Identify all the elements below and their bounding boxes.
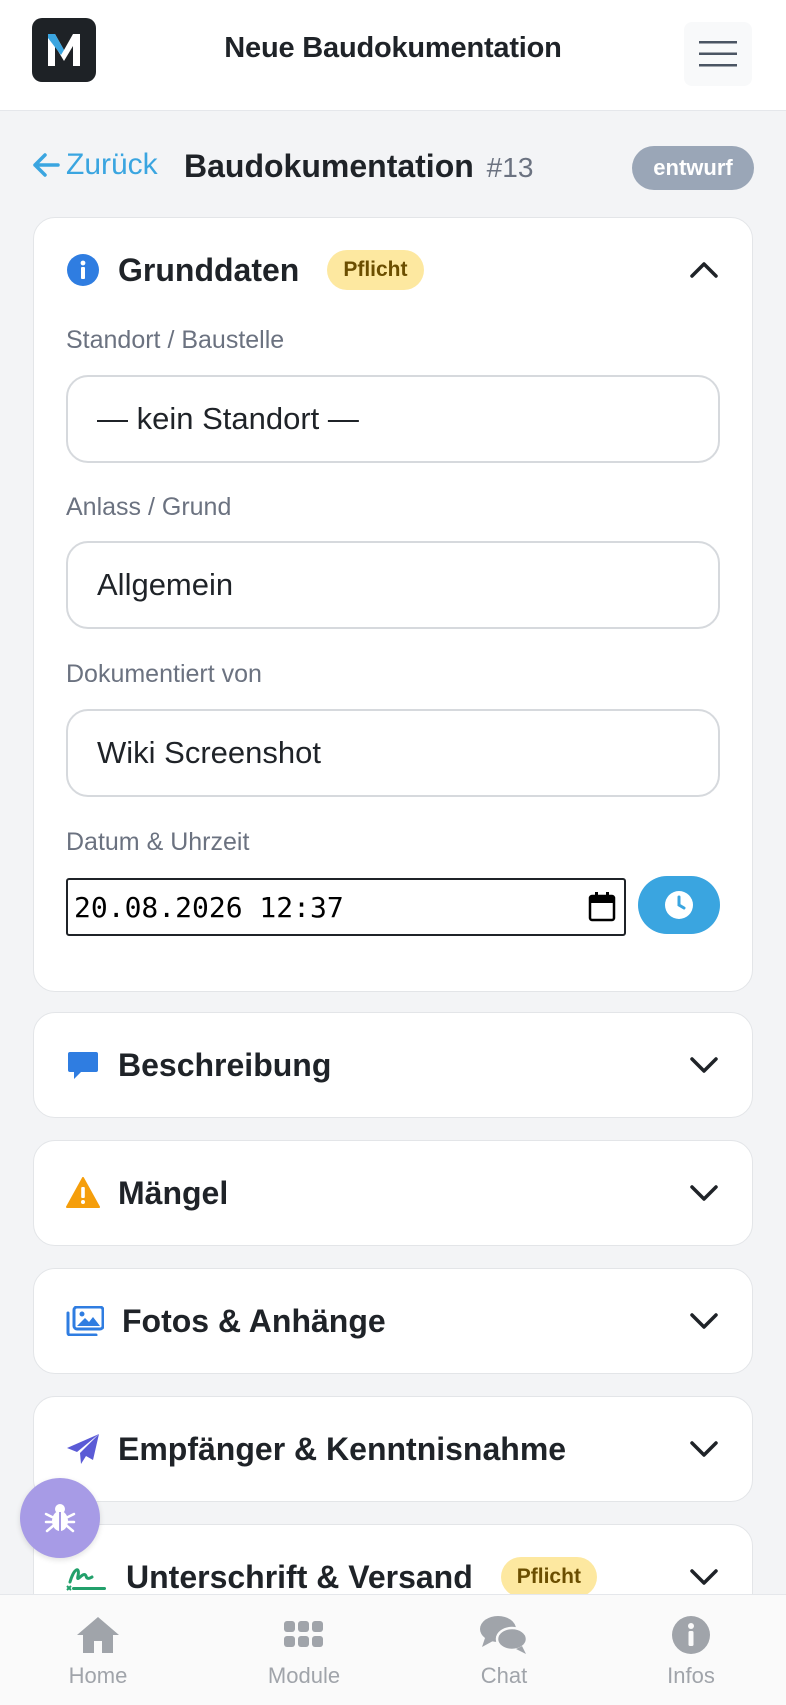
nav-module-label: Module [267,1663,341,1688]
chevron-up-icon[interactable] [688,254,720,286]
section-beschreibung-title: Beschreibung [118,1046,332,1083]
section-empfaenger[interactable]: Empfänger & Kenntnisnahme [33,1396,753,1502]
datum-label: Datum & Uhrzeit [66,828,250,856]
section-empfaenger-header[interactable]: Empfänger & Kenntnisnahme [66,1397,720,1501]
section-maengel[interactable]: Mängel [33,1140,753,1246]
anlass-label: Anlass / Grund [66,493,232,521]
info-circle-icon [672,1616,710,1654]
section-fotos-title: Fotos & Anhänge [122,1302,386,1339]
nav-module[interactable]: Module [234,1595,374,1705]
clock-icon [665,891,693,919]
home-icon [77,1617,119,1653]
back-label: Zurück [66,148,158,181]
section-grunddaten: Grunddaten Pflicht Standort / Baustelle … [33,217,753,992]
nav-chat[interactable]: Chat [434,1595,574,1705]
section-maengel-header[interactable]: Mängel [66,1141,720,1245]
chevron-down-icon[interactable] [688,1049,720,1081]
section-unterschrift-title: Unterschrift & Versand [126,1558,473,1595]
page-title: Baudokumentation #13 [184,148,533,185]
anlass-select[interactable]: Allgemein [66,541,720,629]
nav-chat-label: Chat [480,1663,528,1688]
warning-icon [66,1176,100,1210]
document-number: #13 [486,152,534,183]
section-fotos-header[interactable]: Fotos & Anhänge [66,1269,720,1373]
chat-icon [480,1616,529,1654]
bottom-nav: Home Module Chat Infos [0,1594,786,1705]
chevron-down-icon[interactable] [688,1177,720,1209]
arrow-left-icon [33,153,60,177]
pflicht-badge: Pflicht [500,1557,597,1597]
section-fotos[interactable]: Fotos & Anhänge [33,1268,753,1374]
bug-report-button[interactable] [20,1478,100,1558]
dokumentiert-input[interactable]: Wiki Screenshot [66,709,720,797]
calendar-icon[interactable] [588,892,616,922]
standort-select[interactable]: — kein Standort — [66,375,720,463]
nav-infos[interactable]: Infos [621,1595,761,1705]
signature-icon [66,1560,108,1594]
datetime-value: 20.08.2026 12:37 [74,890,344,924]
section-empfaenger-title: Empfänger & Kenntnisnahme [118,1430,567,1467]
chevron-down-icon[interactable] [688,1561,720,1593]
images-icon [66,1304,104,1338]
status-badge: entwurf [632,146,754,190]
section-beschreibung[interactable]: Beschreibung [33,1012,753,1118]
datetime-input[interactable]: 20.08.2026 12:37 [66,878,626,936]
app-title: Neue Baudokumentation [224,32,562,64]
nav-home[interactable]: Home [28,1595,168,1705]
info-icon [66,253,100,287]
section-grunddaten-title: Grunddaten [118,251,300,288]
bug-icon [44,1504,76,1533]
section-maengel-title: Mängel [118,1174,229,1211]
grid-icon [284,1621,323,1647]
hamburger-icon [699,41,737,67]
app-bar: Neue Baudokumentation [0,0,786,111]
comment-icon [66,1048,100,1082]
dokumentiert-label: Dokumentiert von [66,660,262,688]
nav-home-label: Home [68,1663,128,1688]
chevron-down-icon[interactable] [688,1305,720,1337]
back-link[interactable]: Zurück [32,148,158,182]
section-grunddaten-header[interactable]: Grunddaten Pflicht [66,218,720,322]
chevron-down-icon[interactable] [688,1433,720,1465]
paper-plane-icon [66,1432,100,1466]
pflicht-badge: Pflicht [327,250,424,290]
standort-label: Standort / Baustelle [66,326,285,354]
page-title-text: Baudokumentation [184,148,474,184]
set-now-button[interactable] [638,876,720,934]
section-beschreibung-header[interactable]: Beschreibung [66,1013,720,1117]
menu-button[interactable] [684,22,752,86]
nav-infos-label: Infos [667,1663,715,1688]
